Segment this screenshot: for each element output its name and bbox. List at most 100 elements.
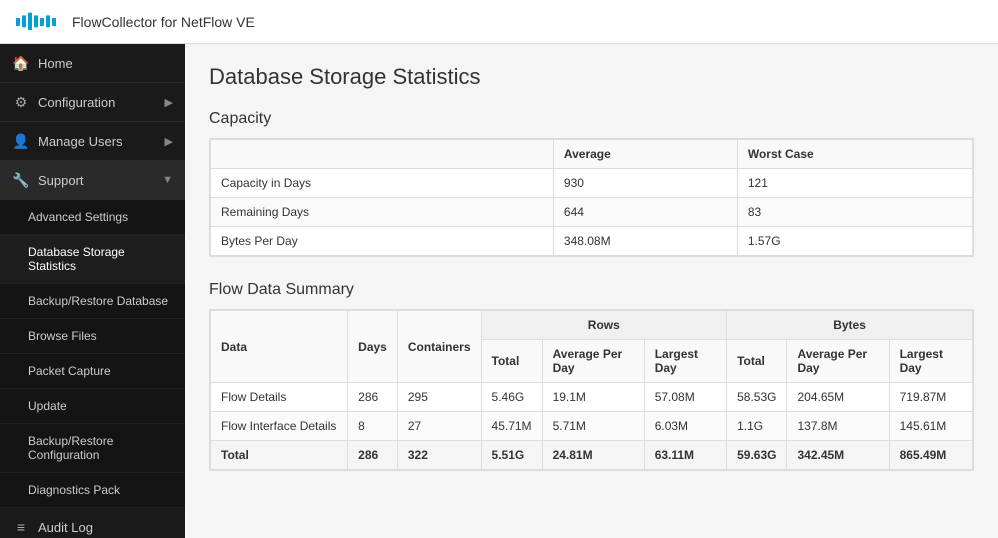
flow-data-section-title: Flow Data Summary [209, 281, 974, 299]
sidebar-item-backup-restore-config[interactable]: Backup/Restore Configuration [0, 424, 185, 473]
sidebar-item-diagnostics-pack[interactable]: Diagnostics Pack [0, 473, 185, 508]
sidebar-item-database-storage-label: Database Storage Statistics [28, 245, 173, 273]
sidebar-item-backup-restore-db[interactable]: Backup/Restore Database [0, 284, 185, 319]
flow-data-table-container: Data Days Containers Rows Bytes Total Av… [209, 309, 974, 471]
chevron-right-icon: ▶ [165, 96, 173, 109]
flow-col-days: Days [348, 311, 398, 383]
configuration-icon: ⚙ [12, 93, 30, 111]
bytes-span-header: Bytes [727, 311, 973, 340]
flow-row-bytes-total: 1.1G [727, 412, 787, 441]
table-row: Capacity in Days 930 121 [211, 169, 973, 198]
manage-users-icon: 👤 [12, 132, 30, 150]
main-content: Database Storage Statistics Capacity Ave… [185, 44, 998, 538]
sidebar-item-backup-restore-db-label: Backup/Restore Database [28, 294, 168, 308]
capacity-row-worst-case: 83 [737, 198, 972, 227]
logo-area [16, 8, 56, 36]
flow-row-bytes-largest: 145.61M [889, 412, 972, 441]
sidebar-item-audit-log[interactable]: ≡ Audit Log [0, 508, 185, 538]
capacity-col-worst-case: Worst Case [737, 140, 972, 169]
table-row: Remaining Days 644 83 [211, 198, 973, 227]
sidebar-item-configuration[interactable]: ⚙ Configuration ▶ [0, 83, 185, 122]
support-icon: 🔧 [12, 171, 30, 189]
sidebar-item-backup-restore-config-label: Backup/Restore Configuration [28, 434, 173, 462]
app-header: FlowCollector for NetFlow VE [0, 0, 998, 44]
flow-row-rows-total: 5.51G [481, 441, 542, 470]
flow-row-rows-largest: 6.03M [644, 412, 726, 441]
capacity-row-average: 930 [553, 169, 737, 198]
sidebar-item-manage-users[interactable]: 👤 Manage Users ▶ [0, 122, 185, 161]
capacity-row-average: 348.08M [553, 227, 737, 256]
flow-row-rows-largest: 57.08M [644, 383, 726, 412]
app-title: FlowCollector for NetFlow VE [72, 14, 255, 30]
flow-rows-avg: Average Per Day [542, 340, 644, 383]
flow-row-rows-avg: 24.81M [542, 441, 644, 470]
sidebar-item-audit-log-label: Audit Log [38, 520, 93, 535]
flow-row-bytes-largest: 719.87M [889, 383, 972, 412]
flow-bytes-total: Total [727, 340, 787, 383]
flow-row-data: Flow Details [211, 383, 348, 412]
flow-row-containers: 322 [397, 441, 481, 470]
sidebar-item-support[interactable]: 🔧 Support ▼ [0, 161, 185, 200]
flow-bytes-largest: Largest Day [889, 340, 972, 383]
capacity-row-label: Capacity in Days [211, 169, 554, 198]
sidebar-item-home-label: Home [38, 56, 73, 71]
sidebar-item-manage-users-label: Manage Users [38, 134, 123, 149]
sidebar: 🏠 Home ⚙ Configuration ▶ 👤 Manage Users … [0, 44, 185, 538]
sidebar-item-configuration-label: Configuration [38, 95, 115, 110]
flow-col-containers: Containers [397, 311, 481, 383]
cisco-logo-icon [16, 8, 56, 36]
flow-row-rows-total: 5.46G [481, 383, 542, 412]
flow-row-rows-avg: 5.71M [542, 412, 644, 441]
sidebar-item-packet-capture[interactable]: Packet Capture [0, 354, 185, 389]
table-row: Bytes Per Day 348.08M 1.57G [211, 227, 973, 256]
sidebar-item-packet-capture-label: Packet Capture [28, 364, 111, 378]
flow-bytes-avg: Average Per Day [787, 340, 889, 383]
table-row: Flow Details 286 295 5.46G 19.1M 57.08M … [211, 383, 973, 412]
capacity-row-worst-case: 1.57G [737, 227, 972, 256]
flow-row-bytes-avg: 342.45M [787, 441, 889, 470]
sidebar-item-home[interactable]: 🏠 Home [0, 44, 185, 83]
flow-row-rows-largest: 63.11M [644, 441, 726, 470]
capacity-row-label: Bytes Per Day [211, 227, 554, 256]
capacity-col-label [211, 140, 554, 169]
capacity-table: Average Worst Case Capacity in Days 930 … [210, 139, 973, 256]
flow-rows-largest: Largest Day [644, 340, 726, 383]
chevron-down-icon: ▼ [162, 174, 173, 186]
flow-row-bytes-total: 58.53G [727, 383, 787, 412]
flow-row-containers: 27 [397, 412, 481, 441]
flow-col-data: Data [211, 311, 348, 383]
flow-data-table: Data Days Containers Rows Bytes Total Av… [210, 310, 973, 470]
rows-span-header: Rows [481, 311, 727, 340]
capacity-col-average: Average [553, 140, 737, 169]
flow-row-bytes-avg: 137.8M [787, 412, 889, 441]
capacity-row-worst-case: 121 [737, 169, 972, 198]
capacity-section-title: Capacity [209, 110, 974, 128]
flow-row-bytes-largest: 865.49M [889, 441, 972, 470]
flow-row-containers: 295 [397, 383, 481, 412]
capacity-row-label: Remaining Days [211, 198, 554, 227]
sidebar-item-advanced-settings-label: Advanced Settings [28, 210, 128, 224]
flow-row-rows-total: 45.71M [481, 412, 542, 441]
sidebar-item-browse-files-label: Browse Files [28, 329, 97, 343]
flow-rows-total: Total [481, 340, 542, 383]
flow-row-rows-avg: 19.1M [542, 383, 644, 412]
sidebar-item-advanced-settings[interactable]: Advanced Settings [0, 200, 185, 235]
sidebar-item-update-label: Update [28, 399, 67, 413]
flow-row-days: 8 [348, 412, 398, 441]
sidebar-item-diagnostics-pack-label: Diagnostics Pack [28, 483, 120, 497]
sidebar-item-browse-files[interactable]: Browse Files [0, 319, 185, 354]
flow-row-bytes-avg: 204.65M [787, 383, 889, 412]
table-row: Total 286 322 5.51G 24.81M 63.11M 59.63G… [211, 441, 973, 470]
flow-row-days: 286 [348, 383, 398, 412]
table-row: Flow Interface Details 8 27 45.71M 5.71M… [211, 412, 973, 441]
flow-row-bytes-total: 59.63G [727, 441, 787, 470]
sidebar-item-database-storage[interactable]: Database Storage Statistics [0, 235, 185, 284]
sidebar-item-update[interactable]: Update [0, 389, 185, 424]
capacity-row-average: 644 [553, 198, 737, 227]
flow-row-days: 286 [348, 441, 398, 470]
sidebar-item-support-label: Support [38, 173, 84, 188]
capacity-table-container: Average Worst Case Capacity in Days 930 … [209, 138, 974, 257]
page-title: Database Storage Statistics [209, 64, 974, 90]
flow-row-data: Total [211, 441, 348, 470]
main-layout: 🏠 Home ⚙ Configuration ▶ 👤 Manage Users … [0, 44, 998, 538]
